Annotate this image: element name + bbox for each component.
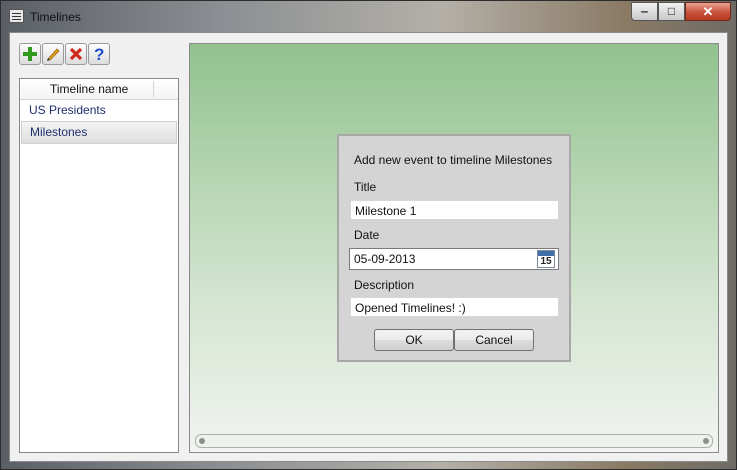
timeline-item-us-presidents[interactable]: US Presidents [20,100,178,121]
date-label: Date [354,228,380,242]
edit-timeline-button[interactable] [42,43,64,65]
add-event-dialog: Add new event to timeline Milestones Tit… [337,134,571,362]
close-icon: ✕ [702,4,714,19]
cancel-button[interactable]: Cancel [454,329,534,351]
date-picker[interactable]: 05-09-2013 15 [349,248,559,270]
window-title: Timelines [30,10,81,24]
ok-button[interactable]: OK [374,329,454,351]
description-input[interactable]: Opened Timelines! :) [350,297,559,317]
title-input[interactable]: Milestone 1 [350,200,559,220]
help-button[interactable]: ? [88,43,110,65]
toolbar: ? [19,43,110,65]
scroll-right-handle[interactable] [703,438,709,444]
calendar-day-number: 15 [540,256,552,267]
close-x-icon [69,47,83,61]
question-icon: ? [94,45,104,63]
minimize-icon: ‒ [641,4,648,18]
pencil-icon [47,48,60,61]
add-timeline-button[interactable] [19,43,41,65]
close-button[interactable]: ✕ [685,2,731,21]
column-header-timeline-name: Timeline name [50,82,129,96]
dialog-heading: Add new event to timeline Milestones [354,153,553,167]
horizontal-scrollbar[interactable] [195,434,713,448]
plus-icon [23,47,37,61]
timeline-item-milestones[interactable]: Milestones [21,121,177,144]
date-input[interactable]: 05-09-2013 [354,252,415,266]
calendar-button[interactable]: 15 [537,250,555,268]
maximize-button[interactable]: □ [658,2,685,21]
column-divider[interactable] [153,81,154,97]
scroll-left-handle[interactable] [199,438,205,444]
delete-timeline-button[interactable] [65,43,87,65]
timeline-list[interactable]: Timeline name US Presidents Milestones [19,78,179,453]
app-icon[interactable] [9,9,24,23]
caption-buttons: ‒ □ ✕ [631,2,731,23]
title-label: Title [354,180,377,194]
svg-text:?: ? [94,45,104,63]
list-column-header[interactable]: Timeline name [20,79,178,100]
main-window: Timelines ‒ □ ✕ ? Timeline name US Presi… [0,0,737,470]
description-label: Description [354,278,415,292]
maximize-icon: □ [667,4,676,18]
title-bar[interactable]: Timelines ‒ □ ✕ [1,1,736,33]
minimize-button[interactable]: ‒ [631,2,658,21]
